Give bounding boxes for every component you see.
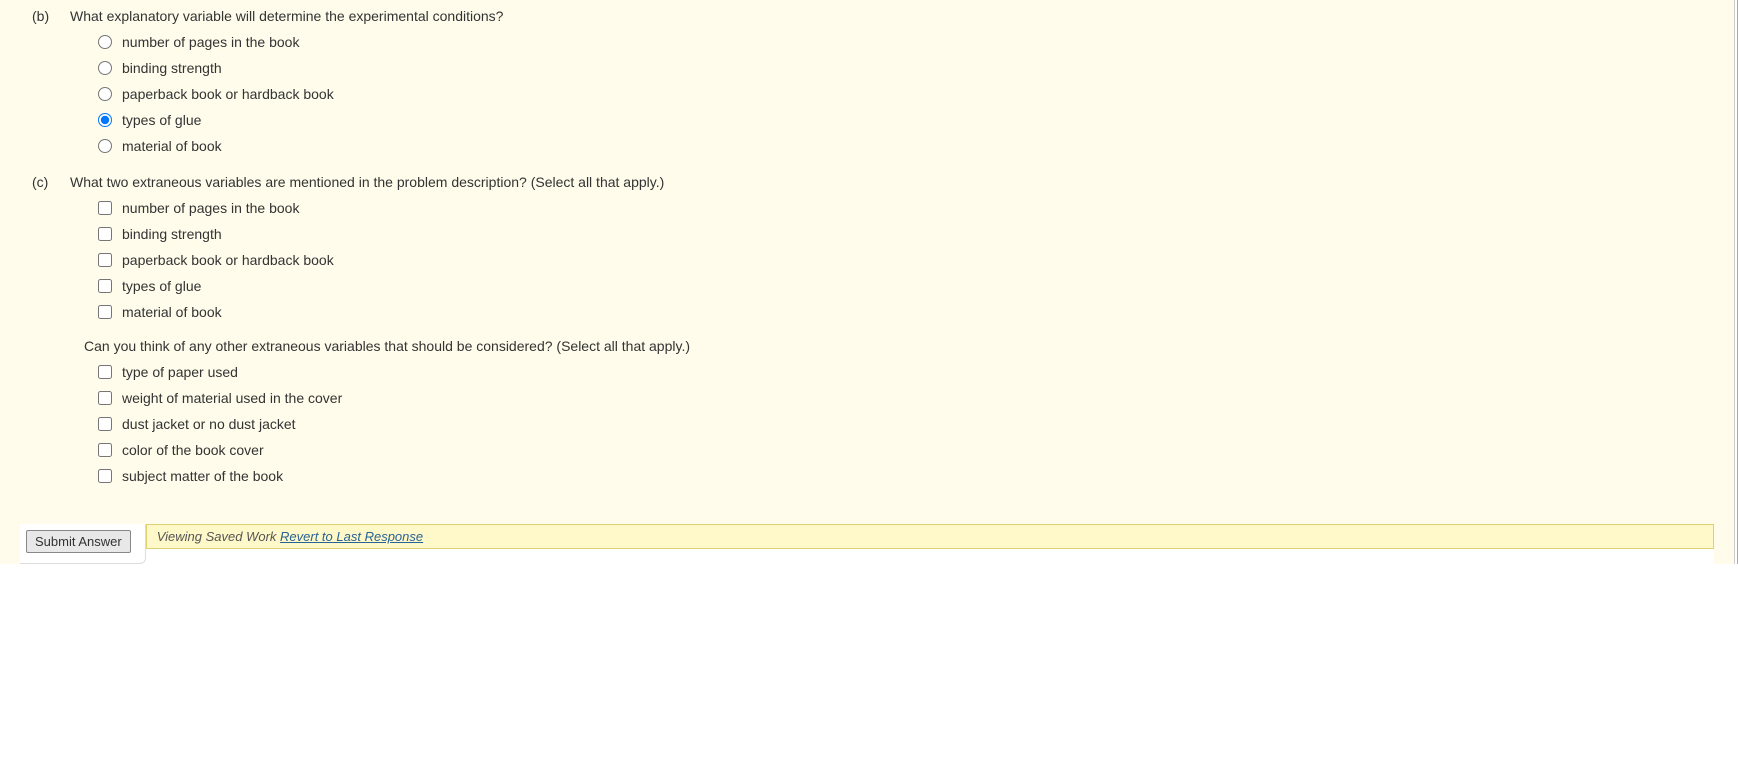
revert-link[interactable]: Revert to Last Response xyxy=(280,529,423,544)
saved-work-text: Viewing Saved Work xyxy=(157,529,280,544)
option-label[interactable]: types of glue xyxy=(122,278,201,294)
checkbox-dust-jacket[interactable] xyxy=(98,417,112,431)
checkbox-pages[interactable] xyxy=(98,201,112,215)
checkbox-weight[interactable] xyxy=(98,391,112,405)
checkbox-option: paperback book or hardback book xyxy=(98,252,1714,268)
radio-option: number of pages in the book xyxy=(98,34,1714,50)
option-label[interactable]: material of book xyxy=(122,304,222,320)
option-label[interactable]: binding strength xyxy=(122,60,222,76)
part-b-question: What explanatory variable will determine… xyxy=(70,8,503,24)
option-label[interactable]: number of pages in the book xyxy=(122,34,299,50)
option-label[interactable]: subject matter of the book xyxy=(122,468,283,484)
part-c-options-2: type of paper used weight of material us… xyxy=(32,364,1714,484)
checkbox-option: dust jacket or no dust jacket xyxy=(98,416,1714,432)
checkbox-material[interactable] xyxy=(98,305,112,319)
radio-paperback[interactable] xyxy=(98,87,112,101)
checkbox-binding[interactable] xyxy=(98,227,112,241)
radio-material[interactable] xyxy=(98,139,112,153)
option-label[interactable]: types of glue xyxy=(122,112,201,128)
part-b-label: (b) xyxy=(32,8,58,24)
part-c-subquestion: Can you think of any other extraneous va… xyxy=(32,338,1714,354)
option-label[interactable]: dust jacket or no dust jacket xyxy=(122,416,296,432)
option-label[interactable]: binding strength xyxy=(122,226,222,242)
submit-wrapper: Submit Answer xyxy=(20,524,146,564)
radio-option: binding strength xyxy=(98,60,1714,76)
radio-option: material of book xyxy=(98,138,1714,154)
option-label[interactable]: weight of material used in the cover xyxy=(122,390,342,406)
option-label[interactable]: color of the book cover xyxy=(122,442,264,458)
radio-option: paperback book or hardback book xyxy=(98,86,1714,102)
part-c-options-1: number of pages in the book binding stre… xyxy=(32,200,1714,320)
checkbox-option: type of paper used xyxy=(98,364,1714,380)
part-c-label: (c) xyxy=(32,174,58,190)
part-c: (c) What two extraneous variables are me… xyxy=(20,174,1714,484)
saved-work-bar: Viewing Saved Work Revert to Last Respon… xyxy=(146,524,1714,549)
question-container: (b) What explanatory variable will deter… xyxy=(0,0,1735,564)
option-label[interactable]: material of book xyxy=(122,138,222,154)
checkbox-option: color of the book cover xyxy=(98,442,1714,458)
part-b: (b) What explanatory variable will deter… xyxy=(20,8,1714,154)
submit-button[interactable]: Submit Answer xyxy=(26,530,131,553)
radio-binding[interactable] xyxy=(98,61,112,75)
checkbox-option: types of glue xyxy=(98,278,1714,294)
footer: Submit Answer Viewing Saved Work Revert … xyxy=(20,524,1714,564)
option-label[interactable]: paperback book or hardback book xyxy=(122,86,334,102)
radio-option: types of glue xyxy=(98,112,1714,128)
part-c-question: What two extraneous variables are mentio… xyxy=(70,174,664,190)
checkbox-option: number of pages in the book xyxy=(98,200,1714,216)
checkbox-color[interactable] xyxy=(98,443,112,457)
checkbox-option: material of book xyxy=(98,304,1714,320)
checkbox-paper-type[interactable] xyxy=(98,365,112,379)
checkbox-paperback[interactable] xyxy=(98,253,112,267)
option-label[interactable]: type of paper used xyxy=(122,364,238,380)
checkbox-option: binding strength xyxy=(98,226,1714,242)
radio-glue[interactable] xyxy=(98,113,112,127)
checkbox-option: weight of material used in the cover xyxy=(98,390,1714,406)
radio-pages[interactable] xyxy=(98,35,112,49)
checkbox-option: subject matter of the book xyxy=(98,468,1714,484)
part-b-options: number of pages in the book binding stre… xyxy=(32,34,1714,154)
option-label[interactable]: number of pages in the book xyxy=(122,200,299,216)
option-label[interactable]: paperback book or hardback book xyxy=(122,252,334,268)
checkbox-glue[interactable] xyxy=(98,279,112,293)
checkbox-subject[interactable] xyxy=(98,469,112,483)
